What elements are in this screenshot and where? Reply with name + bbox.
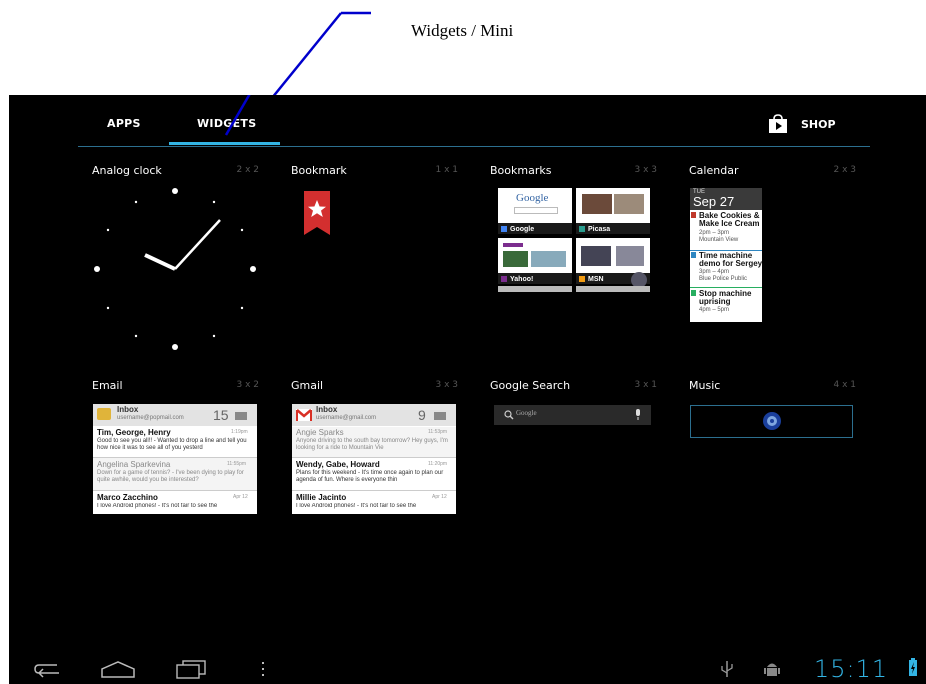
widget-size: 2 x 2	[236, 165, 260, 175]
email-preview: Inbox username@popmail.com 15 Tim, Georg…	[93, 404, 257, 514]
bookmark-thumb-label: Picasa	[588, 226, 611, 233]
bookmark-thumb: Google Google	[498, 188, 572, 234]
search-bar-preview: Google	[494, 405, 651, 425]
system-bar: 15:11	[9, 651, 926, 684]
list-item: Marco Zacchino Apr 12 I love Android pho…	[93, 490, 257, 514]
widget-gmail[interactable]: Gmail 3 x 3 Inbox username@gmail.com 9 A…	[288, 376, 463, 536]
email-app-icon	[97, 408, 111, 420]
bookmark-thumb: Picasa	[576, 188, 650, 234]
list-item: Angelina Sparkevina 11:55pm Down for a g…	[93, 457, 257, 490]
widget-music[interactable]: Music 4 x 1	[686, 376, 861, 456]
shop-bag-icon	[769, 114, 787, 133]
widget-email[interactable]: Email 3 x 2 Inbox username@popmail.com 1…	[89, 376, 264, 536]
usb-icon	[721, 661, 733, 677]
widget-name: Calendar	[689, 164, 739, 177]
tablet-screen: APPS WIDGETS SHOP Analog clock 2 x 2 Boo…	[9, 95, 926, 684]
widget-size: 4 x 1	[833, 380, 857, 390]
calendar-date: Sep 27	[693, 194, 735, 209]
bookmark-thumb-label: MSN	[588, 276, 604, 283]
shop-button[interactable]: SHOP	[767, 113, 836, 135]
widget-name: Bookmarks	[490, 164, 552, 177]
menu-icon[interactable]	[261, 659, 267, 679]
annotation-arrow-tip	[224, 95, 251, 136]
bookmark-thumb: MSN	[576, 238, 650, 288]
widget-analog-clock[interactable]: Analog clock 2 x 2	[89, 161, 264, 361]
widget-size: 3 x 2	[236, 380, 260, 390]
list-item: Angie Sparks 11:53pm Anyone driving to t…	[292, 427, 456, 457]
widget-size: 1 x 1	[435, 165, 459, 175]
battery-icon	[909, 658, 917, 676]
widget-bookmarks[interactable]: Bookmarks 3 x 3 Google Google Picasa Yah…	[487, 161, 662, 361]
annotation-area: Widgets / Mini	[0, 0, 926, 95]
widget-size: 3 x 3	[634, 165, 658, 175]
analog-clock-preview	[94, 188, 256, 350]
mic-icon	[636, 409, 640, 420]
gmail-icon	[296, 409, 312, 421]
search-icon	[504, 410, 514, 420]
list-item: Wendy, Gabe, Howard 11:20pm Plans for th…	[292, 457, 456, 490]
bookmarks-preview: Google Google Picasa Yahoo! MSN	[498, 188, 650, 294]
bookmark-ribbon-icon	[304, 191, 330, 235]
annotation-label: Widgets / Mini	[411, 21, 514, 40]
widget-name: Analog clock	[92, 164, 162, 177]
back-icon[interactable]	[31, 659, 63, 679]
google-logo: Google	[516, 192, 549, 204]
widget-bookmark[interactable]: Bookmark 1 x 1	[288, 161, 463, 361]
list-item: Millie Jacinto Apr 12 I love Android pho…	[292, 490, 456, 514]
status-clock: 15:11	[814, 655, 889, 683]
bookmark-thumb: Yahoo!	[498, 238, 572, 284]
list-item: Tim, George, Henry 1:19pm Good to see yo…	[97, 428, 248, 451]
gmail-preview: Inbox username@gmail.com 9 Angie Sparks …	[292, 404, 456, 514]
android-debug-icon	[764, 663, 780, 676]
widget-size: 3 x 1	[634, 380, 658, 390]
calendar-event: Bake Cookies & Make Ice Cream 2pm – 3pm …	[690, 212, 762, 250]
widget-name: Music	[689, 379, 721, 392]
home-icon[interactable]	[100, 659, 136, 679]
widget-name: Gmail	[291, 379, 324, 392]
widget-name: Email	[92, 379, 123, 392]
music-disc-icon	[763, 412, 781, 430]
bookmark-thumb-label: Yahoo!	[510, 276, 534, 283]
bookmark-thumb-label: Google	[510, 226, 535, 233]
widget-size: 2 x 3	[833, 165, 857, 175]
recent-apps-icon[interactable]	[175, 659, 207, 679]
calendar-event: Stop machine uprising 4pm – 5pm	[690, 290, 762, 320]
widget-calendar[interactable]: Calendar 2 x 3 TUE Sep 27 Bake Cookies &…	[686, 161, 861, 361]
shop-label: SHOP	[801, 117, 836, 131]
annotation-arrow	[272, 11, 371, 95]
calendar-preview: TUE Sep 27 Bake Cookies & Make Ice Cream…	[690, 188, 762, 322]
widget-size: 3 x 3	[435, 380, 459, 390]
music-preview	[690, 405, 853, 438]
widget-name: Google Search	[490, 379, 571, 392]
widget-google-search[interactable]: Google Search 3 x 1 Google	[487, 376, 662, 456]
widget-name: Bookmark	[291, 164, 347, 177]
calendar-event: Time machine demo for Sergey 3pm – 4pm B…	[690, 252, 762, 288]
